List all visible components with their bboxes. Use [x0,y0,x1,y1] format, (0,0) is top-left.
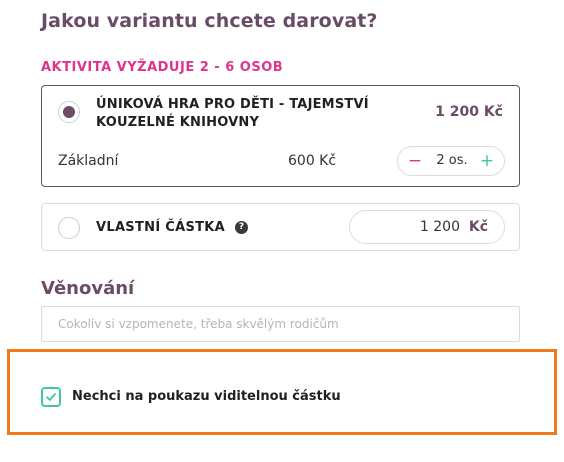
dedication-input[interactable] [41,306,520,342]
unit-price: 600 Kč [288,153,337,169]
variant-option-card[interactable]: ÚNIKOVÁ HRA PRO DĚTI - TAJEMSTVÍ KOUZELN… [41,85,520,187]
decrement-button[interactable]: − [406,150,424,172]
currency-label: Kč [468,219,488,235]
custom-amount-field: Kč [349,210,505,244]
variant-question-heading: Jakou variantu chcete darovat? [41,10,378,32]
custom-amount-label: VLASTNÍ ČÁSTKA [96,220,226,235]
hide-amount-checkbox[interactable] [41,387,61,407]
variant-radio[interactable] [58,101,80,123]
base-label: Základní [58,153,119,169]
increment-button[interactable]: + [478,150,496,172]
custom-amount-card[interactable]: VLASTNÍ ČÁSTKA ? Kč [41,203,520,251]
people-count: 2 os. [436,153,468,168]
hide-amount-label[interactable]: Nechci na poukazu viditelnou částku [72,389,341,404]
activity-requirement-label: AKTIVITA VYŽADUJE 2 - 6 OSOB [41,60,284,75]
check-icon [46,393,56,401]
dedication-title: Věnování [41,278,135,299]
help-icon[interactable]: ? [235,221,248,234]
variant-total-price: 1 200 Kč [435,104,503,120]
variant-name: ÚNIKOVÁ HRA PRO DĚTI - TAJEMSTVÍ KOUZELN… [96,97,369,130]
people-stepper: − 2 os. + [397,146,505,176]
custom-amount-radio[interactable] [58,217,80,239]
custom-amount-input[interactable] [360,217,460,237]
